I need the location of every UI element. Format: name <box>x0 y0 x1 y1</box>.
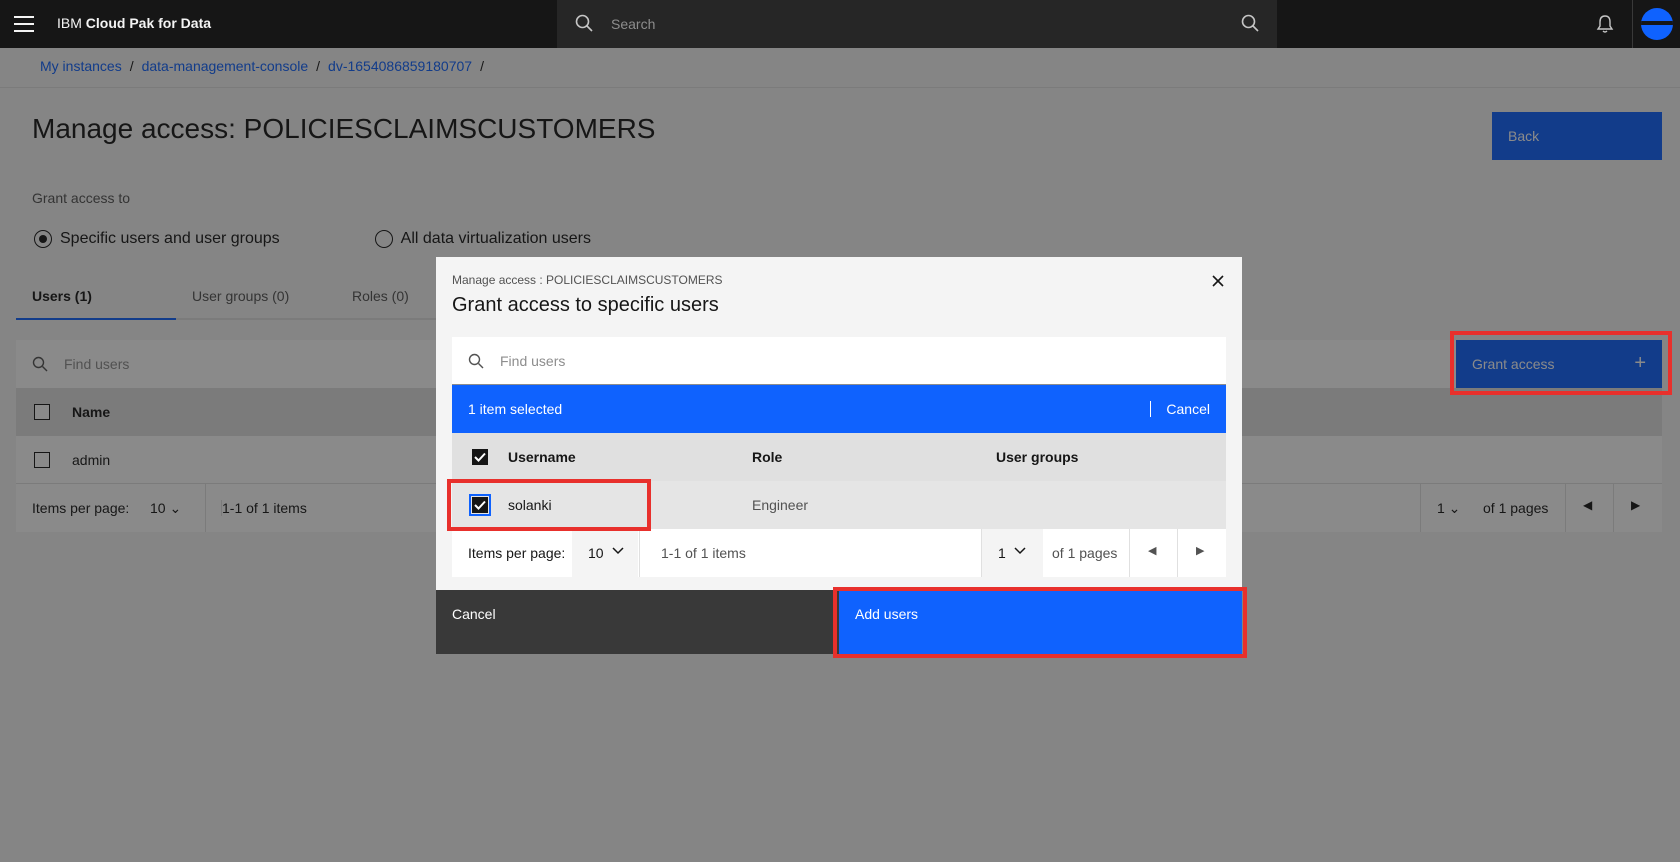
user-avatar-button[interactable] <box>1632 0 1680 48</box>
avatar <box>1641 8 1673 40</box>
global-search[interactable]: Search <box>557 0 1277 48</box>
column-username[interactable]: Username <box>508 449 576 465</box>
row-checkbox[interactable] <box>469 494 491 516</box>
close-icon[interactable] <box>1210 273 1226 289</box>
prev-page-icon[interactable]: ◀ <box>1148 544 1156 557</box>
column-user-groups[interactable]: User groups <box>996 449 1078 465</box>
top-header: IBM Cloud Pak for Data Search <box>0 0 1680 48</box>
select-all-checkbox[interactable] <box>472 449 488 465</box>
items-per-page-label: Items per page: <box>468 545 566 561</box>
batch-cancel-button[interactable]: Cancel <box>1150 401 1210 417</box>
grant-access-modal: Manage access : POLICIESCLAIMSCUSTOMERS … <box>436 257 1242 654</box>
chevron-down-icon <box>1014 547 1026 555</box>
hamburger-menu-icon[interactable] <box>14 14 34 34</box>
row-role: Engineer <box>752 497 809 513</box>
next-page-icon[interactable]: ▶ <box>1196 544 1204 557</box>
brand-prefix: IBM <box>57 15 86 31</box>
items-selected-count: 1 item selected <box>468 401 563 417</box>
items-per-page-value: 10 <box>588 545 604 561</box>
modal-footer: Cancel Add users <box>436 590 1242 654</box>
divider <box>639 529 640 577</box>
global-search-placeholder: Search <box>611 16 656 32</box>
modal-pagination: Items per page: 10 1-1 of 1 items 1 of 1… <box>452 529 1226 577</box>
items-range: 1-1 of 1 items <box>661 545 746 561</box>
page-select[interactable]: 1 <box>982 529 1043 577</box>
modal-title: Grant access to specific users <box>452 294 719 316</box>
checkmark-icon <box>474 500 486 510</box>
divider <box>1129 529 1130 577</box>
column-role[interactable]: Role <box>752 449 782 465</box>
search-submit-icon[interactable] <box>1241 14 1259 32</box>
search-icon <box>468 353 484 369</box>
page-value: 1 <box>998 545 1006 561</box>
add-users-button[interactable]: Add users <box>839 590 1242 654</box>
modal-search-input[interactable]: Find users <box>452 337 1226 385</box>
cancel-button[interactable]: Cancel <box>436 590 839 654</box>
row-username: solanki <box>508 497 552 513</box>
product-brand[interactable]: IBM Cloud Pak for Data <box>57 15 211 31</box>
items-per-page-select[interactable]: 10 <box>572 529 638 577</box>
brand-name: Cloud Pak for Data <box>85 15 212 31</box>
page-count: of 1 pages <box>1052 545 1118 561</box>
chevron-down-icon <box>612 547 624 555</box>
modal-table-header: Username Role User groups <box>452 433 1226 481</box>
batch-action-bar: 1 item selected Cancel <box>452 385 1226 433</box>
checkmark-icon <box>474 452 486 462</box>
table-row[interactable]: solanki Engineer <box>452 481 1226 529</box>
divider <box>1177 529 1178 577</box>
notification-bell-icon[interactable] <box>1595 14 1615 34</box>
search-icon <box>575 14 593 32</box>
modal-label: Manage access : POLICIESCLAIMSCUSTOMERS <box>452 273 723 287</box>
modal-search-placeholder: Find users <box>500 353 566 369</box>
